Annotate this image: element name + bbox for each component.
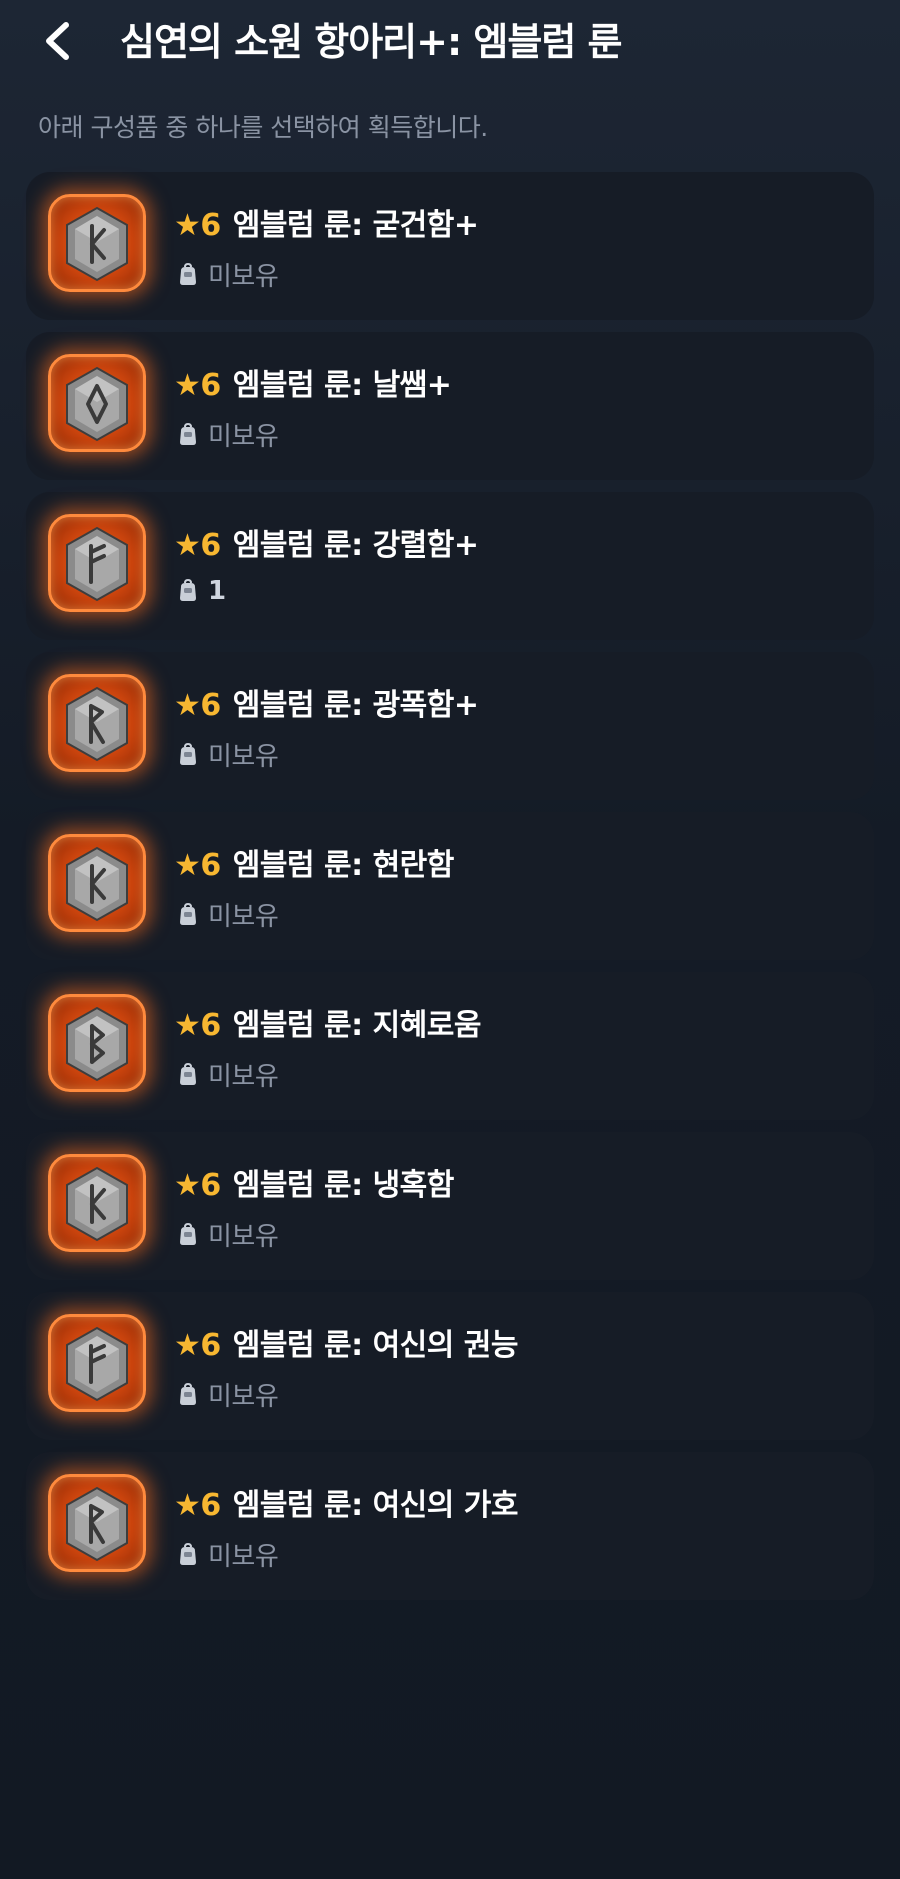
- ownership-count: 미보유: [208, 1382, 279, 1412]
- list-item[interactable]: ★6 엠블럼 룬: 날쌤+ 미보유: [26, 332, 874, 480]
- item-grade: 6: [200, 688, 221, 723]
- inventory-bag-icon: [176, 1223, 200, 1247]
- item-grade: 6: [200, 1168, 221, 1203]
- item-name: 엠블럼 룬: 광폭함+: [232, 688, 479, 723]
- chevron-left-icon: [46, 22, 69, 60]
- star-icon: ★: [174, 208, 201, 243]
- item-list: ★6 엠블럼 룬: 굳건함+ 미보유 ★6 엠블럼 룬: 날쌤+ 미보유 ★6 엠블럼 룬: …: [26, 172, 874, 1612]
- item-grade: 6: [200, 528, 221, 563]
- star-icon: ★: [174, 1168, 201, 1203]
- rune-r-icon: [48, 1474, 146, 1572]
- subtitle: 아래 구성품 중 하나를 선택하여 획득합니다.: [38, 113, 488, 142]
- rune-k-icon: [48, 194, 146, 292]
- item-grade: 6: [200, 208, 221, 243]
- inventory-bag-icon: [176, 1543, 200, 1567]
- ownership-status: 미보유: [176, 896, 279, 932]
- list-item[interactable]: ★6 엠블럼 룬: 강렬함+ 1: [26, 492, 874, 640]
- ownership-status: 미보유: [176, 736, 279, 772]
- item-name: 엠블럼 룬: 지혜로움: [232, 1008, 482, 1043]
- rune-diamond-icon: [48, 354, 146, 452]
- star-icon: ★: [174, 1008, 201, 1043]
- ownership-status: 미보유: [176, 1376, 279, 1412]
- back-button[interactable]: [28, 10, 88, 72]
- item-title: ★6 엠블럼 룬: 날쌤+: [174, 366, 452, 406]
- ownership-count: 미보유: [208, 1062, 279, 1092]
- item-title: ★6 엠블럼 룬: 냉혹함: [174, 1166, 454, 1206]
- item-grade: 6: [200, 1328, 221, 1363]
- item-grade: 6: [200, 1488, 221, 1523]
- item-title: ★6 엠블럼 룬: 여신의 가호: [174, 1486, 519, 1526]
- star-icon: ★: [174, 848, 201, 883]
- ownership-count: 미보유: [208, 422, 279, 452]
- item-name: 엠블럼 룬: 강렬함+: [232, 528, 479, 563]
- inventory-bag-icon: [176, 423, 200, 447]
- ownership-status: 미보유: [176, 1056, 279, 1092]
- ownership-status: 미보유: [176, 1536, 279, 1572]
- item-title: ★6 엠블럼 룬: 광폭함+: [174, 686, 479, 726]
- item-name: 엠블럼 룬: 여신의 가호: [232, 1488, 519, 1523]
- item-title: ★6 엠블럼 룬: 현란함: [174, 846, 454, 886]
- inventory-bag-icon: [176, 263, 200, 287]
- ownership-count: 1: [208, 576, 226, 606]
- rune-k-icon: [48, 834, 146, 932]
- ownership-status: 미보유: [176, 256, 279, 292]
- star-icon: ★: [174, 528, 201, 563]
- list-item[interactable]: ★6 엠블럼 룬: 지혜로움미보유: [26, 972, 874, 1120]
- rune-f-icon: [48, 514, 146, 612]
- item-name: 엠블럼 룬: 굳건함+: [232, 208, 479, 243]
- rune-k-icon: [48, 1154, 146, 1252]
- item-title: ★6 엠블럼 룬: 강렬함+: [174, 526, 479, 566]
- item-name: 엠블럼 룬: 냉혹함: [232, 1168, 455, 1203]
- item-title: ★6 엠블럼 룬: 지혜로움: [174, 1006, 481, 1046]
- ownership-count: 미보유: [208, 1542, 279, 1572]
- inventory-bag-icon: [176, 1383, 200, 1407]
- ownership-count: 미보유: [208, 262, 279, 292]
- rune-f-icon: [48, 1314, 146, 1412]
- star-icon: ★: [174, 1328, 201, 1363]
- item-name: 엠블럼 룬: 현란함: [232, 848, 455, 883]
- item-name: 엠블럼 룬: 여신의 권능: [232, 1328, 519, 1363]
- item-grade: 6: [200, 368, 221, 403]
- ownership-count: 미보유: [208, 902, 279, 932]
- header: 심연의 소원 항아리+: 엠블럼 룬: [0, 0, 900, 90]
- item-title: ★6 엠블럼 룬: 굳건함+: [174, 206, 479, 246]
- ownership-count: 미보유: [208, 742, 279, 772]
- inventory-bag-icon: [176, 903, 200, 927]
- rune-r-icon: [48, 674, 146, 772]
- item-title: ★6 엠블럼 룬: 여신의 권능: [174, 1326, 519, 1366]
- item-grade: 6: [200, 1008, 221, 1043]
- list-item[interactable]: ★6 엠블럼 룬: 광폭함+ 미보유: [26, 652, 874, 800]
- ownership-status: 미보유: [176, 1216, 279, 1252]
- list-item[interactable]: ★6 엠블럼 룬: 여신의 권능미보유: [26, 1292, 874, 1440]
- ownership-status: 1: [176, 576, 226, 610]
- list-item[interactable]: ★6 엠블럼 룬: 냉혹함미보유: [26, 1132, 874, 1280]
- inventory-bag-icon: [176, 1063, 200, 1087]
- list-item[interactable]: ★6 엠블럼 룬: 여신의 가호미보유: [26, 1452, 874, 1600]
- star-icon: ★: [174, 368, 201, 403]
- ownership-count: 미보유: [208, 1222, 279, 1252]
- item-name: 엠블럼 룬: 날쌤+: [232, 368, 452, 403]
- ownership-status: 미보유: [176, 416, 279, 452]
- rune-b-icon: [48, 994, 146, 1092]
- star-icon: ★: [174, 688, 201, 723]
- list-item[interactable]: ★6 엠블럼 룬: 현란함미보유: [26, 812, 874, 960]
- inventory-bag-icon: [176, 743, 200, 767]
- inventory-bag-icon: [176, 579, 200, 603]
- star-icon: ★: [174, 1488, 201, 1523]
- page-title: 심연의 소원 항아리+: 엠블럼 룬: [120, 20, 622, 64]
- item-grade: 6: [200, 848, 221, 883]
- list-item[interactable]: ★6 엠블럼 룬: 굳건함+ 미보유: [26, 172, 874, 320]
